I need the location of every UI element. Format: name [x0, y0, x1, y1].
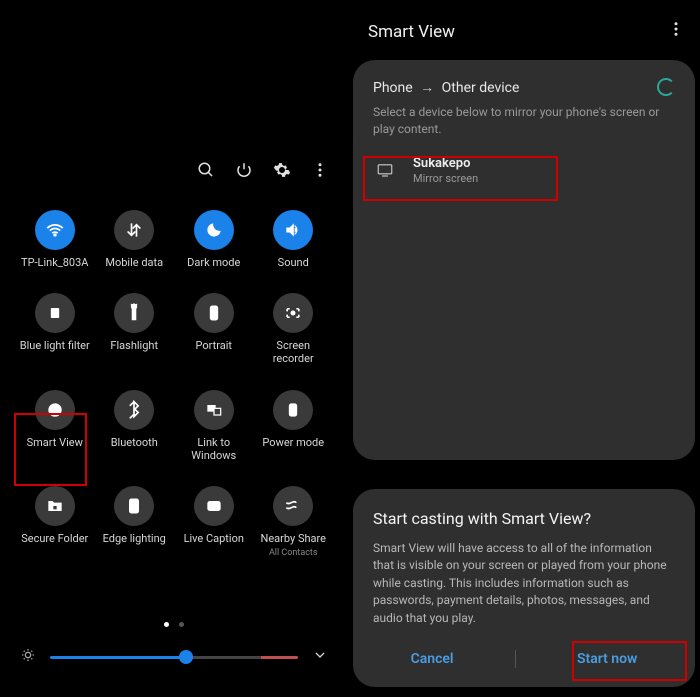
dialog-title: Start casting with Smart View? [373, 509, 675, 528]
power-icon[interactable] [234, 160, 254, 180]
tile-link-windows[interactable]: Link to Windows [174, 390, 254, 462]
arrow-right-icon: → [420, 80, 434, 96]
page-dot-2[interactable] [179, 622, 184, 627]
quick-settings-grid: TP-Link_803A Mobile data Dark mode Sound… [15, 210, 333, 559]
brightness-slider-row [0, 647, 348, 667]
search-icon[interactable] [196, 160, 216, 180]
tile-label: Live Caption [184, 532, 244, 545]
tile-label: Bluetooth [111, 436, 158, 449]
highlight-smart-view [14, 413, 87, 486]
cast-direction-row: Phone → Other device [373, 78, 675, 96]
quick-settings-panel: TP-Link_803A Mobile data Dark mode Sound… [0, 0, 348, 697]
quick-settings-toolbar [196, 160, 330, 180]
settings-icon[interactable] [272, 160, 292, 180]
tile-live-caption[interactable]: Live Caption [174, 486, 254, 559]
tile-label: Edge lighting [103, 532, 166, 545]
page-dot-1[interactable] [164, 622, 169, 627]
tile-label: Flashlight [110, 339, 158, 352]
tile-label: Dark mode [187, 256, 240, 269]
tile-nearby-share[interactable]: Nearby ShareAll Contacts [254, 486, 334, 559]
tile-screen-recorder[interactable]: Screen recorder [254, 293, 334, 365]
tile-edge-lighting[interactable]: Edge lighting [95, 486, 175, 559]
tile-wifi[interactable]: TP-Link_803A [15, 210, 95, 269]
tile-secure-folder[interactable]: Secure Folder [15, 486, 95, 559]
brightness-slider[interactable] [50, 656, 298, 659]
highlight-device [363, 156, 558, 201]
tile-label: Link to Windows [178, 436, 250, 462]
tile-label: Blue light filter [20, 339, 90, 352]
target-label: Other device [442, 80, 520, 96]
divider [515, 650, 516, 668]
tile-dark-mode[interactable]: Dark mode [174, 210, 254, 269]
loading-icon [657, 78, 675, 96]
tile-label: Nearby ShareAll Contacts [261, 532, 326, 559]
tile-label: Screen recorder [257, 339, 329, 365]
smart-view-panel: Smart View Phone → Other device Select a… [348, 0, 700, 697]
brightness-icon [20, 647, 36, 667]
tile-bluetooth[interactable]: Bluetooth [95, 390, 175, 462]
tile-label: Sound [278, 256, 309, 269]
cast-confirm-dialog: Start casting with Smart View? Smart Vie… [353, 489, 695, 687]
tile-label: Secure Folder [21, 532, 88, 545]
tile-label: Mobile data [105, 256, 163, 269]
tile-power-mode[interactable]: Power mode [254, 390, 334, 462]
highlight-start-now [572, 641, 687, 681]
tile-mobile-data[interactable]: Mobile data [95, 210, 175, 269]
tile-portrait[interactable]: Portrait [174, 293, 254, 365]
overflow-icon[interactable] [667, 20, 685, 43]
tile-label: Power mode [262, 436, 324, 449]
tile-flashlight[interactable]: Flashlight [95, 293, 175, 365]
smart-view-subtitle: Select a device below to mirror your pho… [373, 104, 675, 138]
tile-label: TP-Link_803A [21, 256, 88, 269]
cancel-button[interactable]: Cancel [397, 647, 468, 671]
tile-sound[interactable]: Sound [254, 210, 334, 269]
tile-blue-light[interactable]: Blue light filter [15, 293, 95, 365]
smart-view-title: Smart View [368, 22, 455, 42]
smart-view-header: Smart View [368, 20, 685, 43]
overflow-icon[interactable] [310, 160, 330, 180]
smart-view-card: Phone → Other device Select a device bel… [353, 60, 695, 460]
pagination-dots [164, 622, 184, 627]
chevron-down-icon[interactable] [312, 647, 328, 667]
dialog-body: Smart View will have access to all of th… [373, 540, 675, 627]
tile-label: Portrait [195, 339, 232, 352]
source-label: Phone [373, 80, 413, 96]
